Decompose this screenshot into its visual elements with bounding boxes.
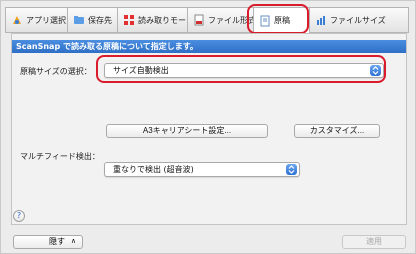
tab-document[interactable]: 原稿 (253, 7, 309, 33)
hide-button[interactable]: 隠す ∧ (13, 235, 83, 249)
multifeed-label: マルチフィード検出： (20, 152, 100, 161)
multifeed-select[interactable]: 重なりで検出 (超音波) (104, 162, 300, 177)
paper-size-value: サイズ自動検出 (113, 66, 169, 75)
scansnap-settings-window: アプリ選択 保存先 読み取りモード ファイル形式 原稿 (0, 0, 416, 254)
hide-button-label: 隠す (49, 237, 65, 246)
document-settings-panel: ScanSnap で読み取る原稿について指定します。 原稿サイズの選択： サイズ… (11, 33, 407, 225)
tab-bar: アプリ選択 保存先 読み取りモード ファイル形式 原稿 (5, 5, 409, 33)
tab-scan-mode-label: 読み取りモード (138, 15, 187, 25)
tab-file-size[interactable]: ファイルサイズ (309, 7, 409, 33)
file-format-icon (193, 14, 205, 26)
tab-document-label: 原稿 (274, 16, 290, 25)
tab-save-destination[interactable]: 保存先 (67, 7, 117, 33)
folder-icon (73, 14, 85, 26)
help-button[interactable]: ? (13, 210, 25, 222)
chevron-up-icon: ∧ (70, 238, 76, 245)
document-icon (259, 15, 271, 27)
tab-scan-mode[interactable]: 読み取りモード (117, 7, 187, 33)
paper-size-select[interactable]: サイズ自動検出 (104, 63, 384, 78)
file-size-icon (315, 14, 327, 26)
paper-size-label: 原稿サイズの選択： (20, 67, 92, 76)
select-arrows-icon (370, 65, 381, 76)
tab-save-destination-label: 保存先 (88, 15, 112, 25)
tab-file-format-label: ファイル形式 (208, 15, 253, 25)
a3-carrier-settings-button[interactable]: A3キャリアシート設定... (106, 124, 268, 138)
tab-app-select-label: アプリ選択 (26, 15, 66, 25)
tab-app-select[interactable]: アプリ選択 (5, 7, 67, 33)
panel-banner: ScanSnap で読み取る原稿について指定します。 (12, 40, 406, 53)
multifeed-value: 重なりで検出 (超音波) (113, 165, 194, 174)
apply-button[interactable]: 適用 (342, 235, 406, 249)
select-arrows-icon (286, 164, 297, 175)
app-select-icon (11, 14, 23, 26)
scan-mode-icon (123, 14, 135, 26)
tab-file-size-label: ファイルサイズ (330, 15, 386, 25)
customize-button[interactable]: カスタマイズ... (294, 124, 380, 138)
tab-file-format[interactable]: ファイル形式 (187, 7, 253, 33)
